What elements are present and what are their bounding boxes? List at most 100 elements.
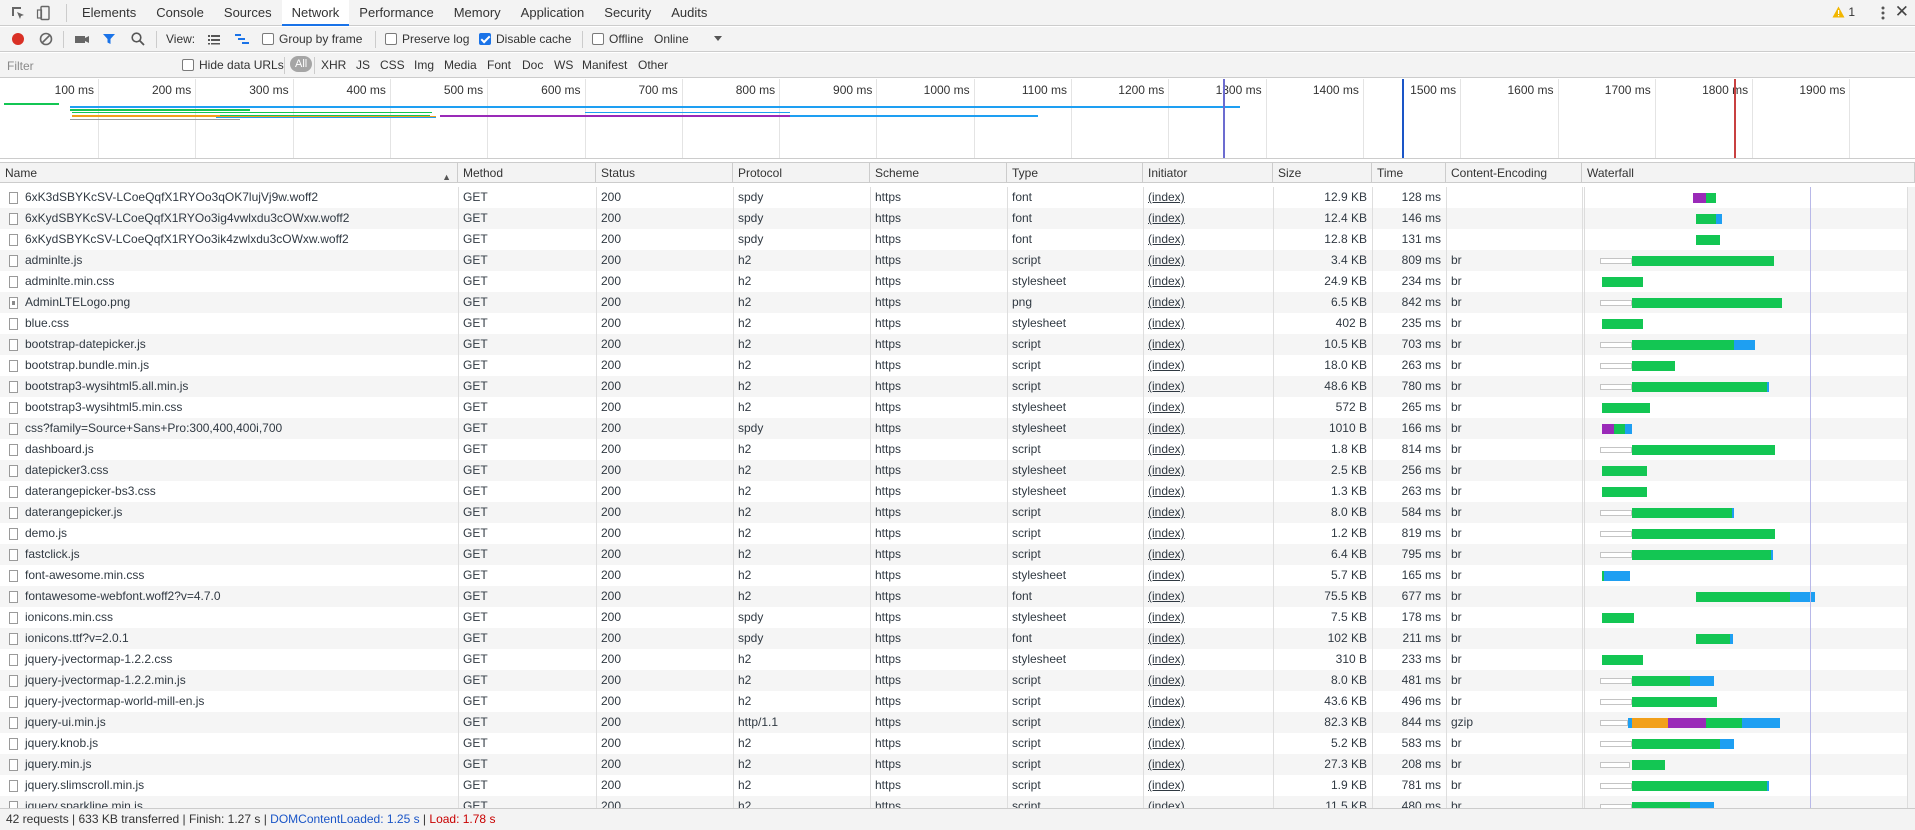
group-by-frame-checkbox[interactable] xyxy=(262,33,274,45)
column-header-content-encoding[interactable]: Content-Encoding xyxy=(1446,163,1582,183)
cell-initiator[interactable]: (index) xyxy=(1143,565,1273,586)
filter-type-js[interactable]: JS xyxy=(356,58,370,72)
cell-initiator[interactable]: (index) xyxy=(1143,502,1273,523)
tab-application[interactable]: Application xyxy=(511,0,595,26)
cell-initiator[interactable]: (index) xyxy=(1143,229,1273,250)
table-row[interactable]: adminlte.js GET 200 h2 https script (index) 3.4… xyxy=(0,250,1915,271)
cell-initiator[interactable]: (index) xyxy=(1143,796,1273,808)
cell-initiator[interactable]: (index) xyxy=(1143,607,1273,628)
tab-security[interactable]: Security xyxy=(594,0,661,26)
table-row[interactable]: fastclick.js GET 200 h2 https script (index) 6.… xyxy=(0,544,1915,565)
tab-sources[interactable]: Sources xyxy=(214,0,282,26)
table-row[interactable]: css?family=Source+Sans+Pro:300,400,400i,… xyxy=(0,418,1915,439)
device-toolbar-icon[interactable] xyxy=(36,5,52,21)
cell-initiator[interactable]: (index) xyxy=(1143,775,1273,796)
cell-initiator[interactable]: (index) xyxy=(1143,313,1273,334)
cell-initiator[interactable]: (index) xyxy=(1143,376,1273,397)
cell-initiator[interactable]: (index) xyxy=(1143,754,1273,775)
table-row[interactable]: jquery-jvectormap-1.2.2.min.js GET 200 h2 ht… xyxy=(0,670,1915,691)
cell-initiator[interactable]: (index) xyxy=(1143,439,1273,460)
tab-audits[interactable]: Audits xyxy=(661,0,717,26)
table-row[interactable]: bootstrap.bundle.min.js GET 200 h2 https scri… xyxy=(0,355,1915,376)
close-devtools-icon[interactable]: ✕ xyxy=(1895,2,1909,22)
inspect-element-icon[interactable] xyxy=(10,5,26,21)
table-row[interactable]: demo.js GET 200 h2 https script (index) 1.2 KB 8… xyxy=(0,523,1915,544)
tab-network[interactable]: Network xyxy=(281,0,350,26)
cell-initiator[interactable]: (index) xyxy=(1143,586,1273,607)
offline-checkbox[interactable] xyxy=(592,33,604,45)
filter-type-doc[interactable]: Doc xyxy=(522,58,543,72)
cell-initiator[interactable]: (index) xyxy=(1143,712,1273,733)
filter-type-other[interactable]: Other xyxy=(638,58,668,72)
table-row[interactable]: datepicker3.css GET 200 h2 https stylesheet (i… xyxy=(0,460,1915,481)
table-row[interactable]: jquery.knob.js GET 200 h2 https script (index)… xyxy=(0,733,1915,754)
cell-initiator[interactable]: (index) xyxy=(1143,397,1273,418)
table-row[interactable]: bootstrap3-wysihtml5.min.css GET 200 h2 http… xyxy=(0,397,1915,418)
table-row[interactable]: ionicons.ttf?v=2.0.1 GET 200 spdy https font (… xyxy=(0,628,1915,649)
table-row[interactable]: jquery.min.js GET 200 h2 https script (index) 2… xyxy=(0,754,1915,775)
cell-initiator[interactable]: (index) xyxy=(1143,691,1273,712)
tab-performance[interactable]: Performance xyxy=(349,0,443,26)
cell-initiator[interactable]: (index) xyxy=(1143,292,1273,313)
table-row[interactable]: bootstrap3-wysihtml5.all.min.js GET 200 h2 h… xyxy=(0,376,1915,397)
table-row[interactable]: daterangepicker-bs3.css GET 200 h2 https styl… xyxy=(0,481,1915,502)
cell-initiator[interactable]: (index) xyxy=(1143,649,1273,670)
cell-initiator[interactable]: (index) xyxy=(1143,628,1273,649)
filter-type-xhr[interactable]: XHR xyxy=(321,58,346,72)
table-row[interactable]: bootstrap-datepicker.js GET 200 h2 https scri… xyxy=(0,334,1915,355)
filter-type-media[interactable]: Media xyxy=(444,58,477,72)
cell-initiator[interactable]: (index) xyxy=(1143,733,1273,754)
waterfall-overview-icon[interactable] xyxy=(234,31,250,50)
table-row[interactable]: 6xKydSBYKcSV-LCoeQqfX1RYOo3ig4vwlxdu3cOW… xyxy=(0,208,1915,229)
preserve-log-checkbox[interactable] xyxy=(385,33,397,45)
cell-initiator[interactable]: (index) xyxy=(1143,481,1273,502)
column-header-protocol[interactable]: Protocol xyxy=(733,163,870,183)
tab-elements[interactable]: Elements xyxy=(72,0,146,26)
column-header-initiator[interactable]: Initiator xyxy=(1143,163,1273,183)
timeline-overview[interactable]: 100 ms 200 ms 300 ms 400 ms 500 ms 600 ms 700 … xyxy=(0,79,1915,159)
column-header-scheme[interactable]: Scheme xyxy=(870,163,1007,183)
screenshot-camera-icon[interactable] xyxy=(74,31,90,50)
filter-icon[interactable] xyxy=(101,31,117,50)
column-header-waterfall[interactable]: Waterfall xyxy=(1582,163,1915,183)
filter-type-manifest[interactable]: Manifest xyxy=(582,58,627,72)
hide-data-urls-checkbox[interactable] xyxy=(182,59,194,71)
table-row[interactable]: font-awesome.min.css GET 200 h2 https stylesh… xyxy=(0,565,1915,586)
cell-initiator[interactable]: (index) xyxy=(1143,355,1273,376)
filter-type-all[interactable]: All xyxy=(290,56,313,72)
record-icon[interactable] xyxy=(10,31,26,50)
table-row[interactable]: blue.css GET 200 h2 https stylesheet (index) 40… xyxy=(0,313,1915,334)
cell-initiator[interactable]: (index) xyxy=(1143,670,1273,691)
table-row[interactable]: dashboard.js GET 200 h2 https script (index) 1.… xyxy=(0,439,1915,460)
cell-initiator[interactable]: (index) xyxy=(1143,250,1273,271)
vertical-scrollbar[interactable] xyxy=(1907,187,1915,808)
cell-initiator[interactable]: (index) xyxy=(1143,208,1273,229)
column-header-time[interactable]: Time xyxy=(1372,163,1446,183)
table-row[interactable]: jquery-jvectormap-1.2.2.css GET 200 h2 https… xyxy=(0,649,1915,670)
column-header-method[interactable]: Method xyxy=(458,163,596,183)
cell-initiator[interactable]: (index) xyxy=(1143,544,1273,565)
tab-console[interactable]: Console xyxy=(146,0,214,26)
cell-initiator[interactable]: (index) xyxy=(1143,460,1273,481)
filter-type-ws[interactable]: WS xyxy=(554,58,573,72)
chevron-down-icon[interactable] xyxy=(714,36,722,41)
table-row[interactable]: daterangepicker.js GET 200 h2 https script (in… xyxy=(0,502,1915,523)
filter-type-css[interactable]: CSS xyxy=(380,58,405,72)
filter-input[interactable] xyxy=(4,56,169,75)
column-header-size[interactable]: Size xyxy=(1273,163,1372,183)
cell-initiator[interactable]: (index) xyxy=(1143,187,1273,208)
table-row[interactable]: jquery.sparkline.min.js GET 200 h2 https scri… xyxy=(0,796,1915,808)
table-row[interactable]: fontawesome-webfont.woff2?v=4.7.0 GET 200 h… xyxy=(0,586,1915,607)
table-row[interactable]: jquery-jvectormap-world-mill-en.js GET 200… xyxy=(0,691,1915,712)
table-row[interactable]: jquery.slimscroll.min.js GET 200 h2 https scr… xyxy=(0,775,1915,796)
throttling-select[interactable]: Online xyxy=(654,32,689,46)
column-header-name[interactable]: Name ▲ xyxy=(0,163,458,183)
table-row[interactable]: AdminLTELogo.png GET 200 h2 https png (index) 6… xyxy=(0,292,1915,313)
table-row[interactable]: 6xKydSBYKcSV-LCoeQqfX1RYOo3ik4zwlxdu3cOW… xyxy=(0,229,1915,250)
clear-icon[interactable] xyxy=(38,31,54,50)
tab-memory[interactable]: Memory xyxy=(444,0,511,26)
filter-type-img[interactable]: Img xyxy=(414,58,434,72)
warnings-counter[interactable]: 1 xyxy=(1832,5,1855,19)
filter-type-font[interactable]: Font xyxy=(487,58,511,72)
column-header-status[interactable]: Status xyxy=(596,163,733,183)
